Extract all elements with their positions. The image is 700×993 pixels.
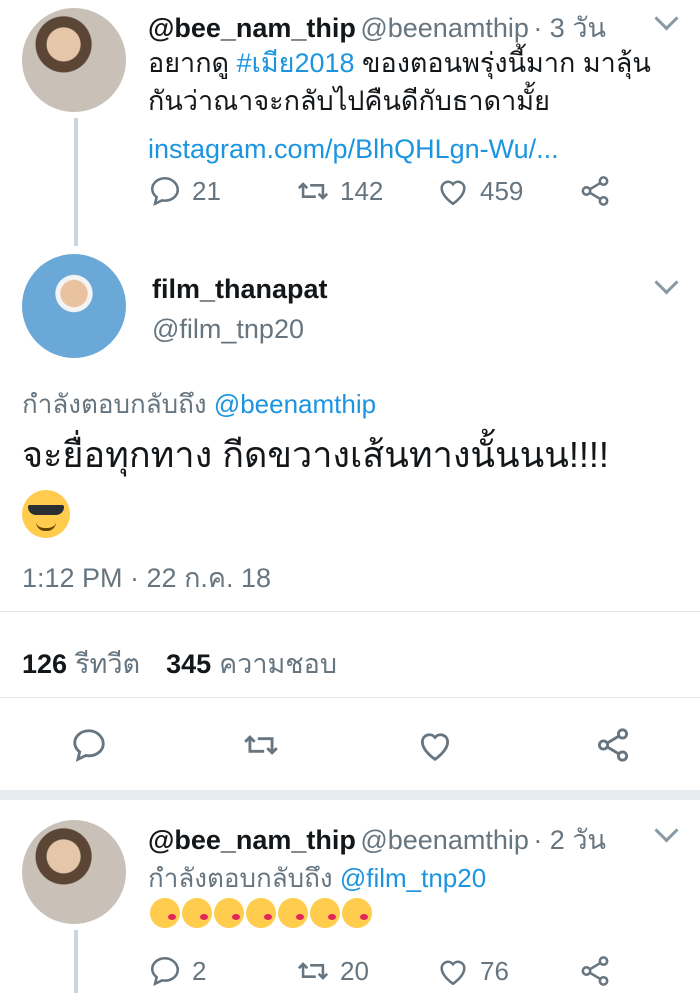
tweet-link[interactable]: instagram.com/p/BlhQHLgn-Wu/... bbox=[148, 130, 688, 168]
retweet-button[interactable]: 20 bbox=[296, 954, 369, 988]
tweet-text: อยากดู #เมีย2018 ของตอนพรุ่งนี้มาก มาลุ้… bbox=[148, 44, 688, 168]
reply-button[interactable]: 21 bbox=[148, 174, 221, 208]
text-after-hashtag: ของตอนพรุ่งนี้มาก มาลุ้น bbox=[354, 48, 651, 78]
author-name[interactable]: @bee_nam_thip bbox=[148, 13, 356, 43]
tweet-stats: 126 รีทวีต 345 ความชอบ bbox=[22, 642, 363, 685]
kiss-emoji-icon bbox=[150, 898, 180, 928]
share-icon bbox=[581, 956, 609, 986]
share-button[interactable] bbox=[578, 174, 612, 208]
reply-to-handle[interactable]: @beenamthip bbox=[214, 389, 376, 419]
tweet-text: จะยื่อทุกทาง กีดขวางเส้นทางนั้นนน!!!! bbox=[22, 434, 609, 475]
author-name[interactable]: film_thanapat bbox=[152, 274, 328, 305]
retweet-count[interactable]: 126 bbox=[22, 649, 67, 679]
reply-icon bbox=[150, 956, 180, 987]
kiss-emoji-icon bbox=[182, 898, 212, 928]
reply-context: กำลังตอบกลับถึง @beenamthip bbox=[22, 384, 376, 425]
avatar[interactable] bbox=[22, 8, 126, 112]
kiss-emoji-icon bbox=[246, 898, 276, 928]
tweet-time: · 3 วัน bbox=[533, 13, 606, 43]
reply-count: 21 bbox=[192, 175, 221, 206]
author-handle[interactable]: @beenamthip bbox=[360, 13, 529, 43]
like-button[interactable]: 459 bbox=[436, 174, 523, 208]
heart-icon bbox=[440, 180, 466, 206]
reply-button[interactable] bbox=[70, 726, 108, 764]
tweet-time: · 2 วัน bbox=[533, 825, 606, 855]
retweet-count: 142 bbox=[340, 175, 384, 206]
retweet-button[interactable] bbox=[242, 726, 280, 764]
retweet-icon bbox=[244, 735, 278, 755]
cool-emoji bbox=[22, 490, 70, 543]
like-label[interactable]: ความชอบ bbox=[219, 649, 337, 679]
tweet-text-line1: อยากดู #เมีย2018 ของตอนพรุ่งนี้มาก มาลุ้… bbox=[148, 44, 688, 82]
reply-prefix: กำลังตอบกลับถึง bbox=[22, 389, 207, 419]
tweet-header: @bee_nam_thip @beenamthip · 2 วัน bbox=[148, 818, 606, 861]
tweet-text-line2: กันว่าณาจะกลับไปคืนดีกับธาดามั้ย bbox=[148, 86, 550, 116]
reply-button[interactable]: 2 bbox=[148, 954, 206, 988]
reply-to-handle[interactable]: @film_tnp20 bbox=[340, 863, 486, 893]
kiss-emoji-icon bbox=[214, 898, 244, 928]
author-handle[interactable]: @beenamthip bbox=[360, 825, 529, 855]
like-count: 459 bbox=[480, 175, 524, 206]
heart-icon bbox=[440, 960, 466, 986]
avatar[interactable] bbox=[22, 254, 126, 358]
retweet-icon bbox=[297, 962, 329, 980]
thread-line bbox=[74, 930, 78, 993]
kiss-emoji-icon bbox=[310, 898, 340, 928]
sunglasses-emoji-icon bbox=[22, 490, 70, 538]
tweet-header: @bee_nam_thip @beenamthip · 3 วัน bbox=[148, 6, 606, 49]
share-button[interactable] bbox=[594, 726, 632, 764]
retweet-button[interactable]: 142 bbox=[296, 174, 383, 208]
chevron-down-icon[interactable] bbox=[654, 6, 679, 31]
text-before-hashtag: อยากดู bbox=[148, 48, 237, 78]
reply-count: 2 bbox=[192, 955, 207, 986]
section-divider bbox=[0, 790, 700, 800]
like-button[interactable] bbox=[416, 726, 454, 764]
reply-context: กำลังตอบกลับถึง @film_tnp20 bbox=[148, 858, 486, 899]
reply-icon bbox=[150, 176, 180, 207]
divider bbox=[0, 697, 700, 698]
author-handle[interactable]: @film_tnp20 bbox=[152, 314, 304, 345]
thread-line bbox=[74, 118, 78, 246]
share-button[interactable] bbox=[578, 954, 612, 988]
retweet-label[interactable]: รีทวีต bbox=[75, 649, 140, 679]
reply-prefix: กำลังตอบกลับถึง bbox=[148, 863, 333, 893]
like-count[interactable]: 345 bbox=[166, 649, 211, 679]
like-button[interactable]: 76 bbox=[436, 954, 509, 988]
avatar[interactable] bbox=[22, 820, 126, 924]
retweet-icon bbox=[297, 182, 329, 200]
tweet-timestamp: 1:12 PM · 22 ก.ค. 18 bbox=[22, 563, 272, 593]
kiss-emoji-icon bbox=[342, 898, 372, 928]
like-count: 76 bbox=[480, 955, 509, 986]
share-icon bbox=[597, 728, 629, 762]
reply-icon bbox=[73, 729, 105, 762]
chevron-down-icon[interactable] bbox=[654, 818, 679, 843]
divider bbox=[0, 611, 700, 612]
hashtag-link[interactable]: #เมีย2018 bbox=[237, 48, 355, 78]
kiss-emoji-icon bbox=[278, 898, 308, 928]
share-icon bbox=[581, 176, 609, 206]
author-name[interactable]: @bee_nam_thip bbox=[148, 825, 356, 855]
chevron-down-icon[interactable] bbox=[654, 270, 679, 295]
heart-icon bbox=[420, 733, 450, 761]
kiss-emoji-row bbox=[150, 898, 374, 928]
retweet-count: 20 bbox=[340, 955, 369, 986]
